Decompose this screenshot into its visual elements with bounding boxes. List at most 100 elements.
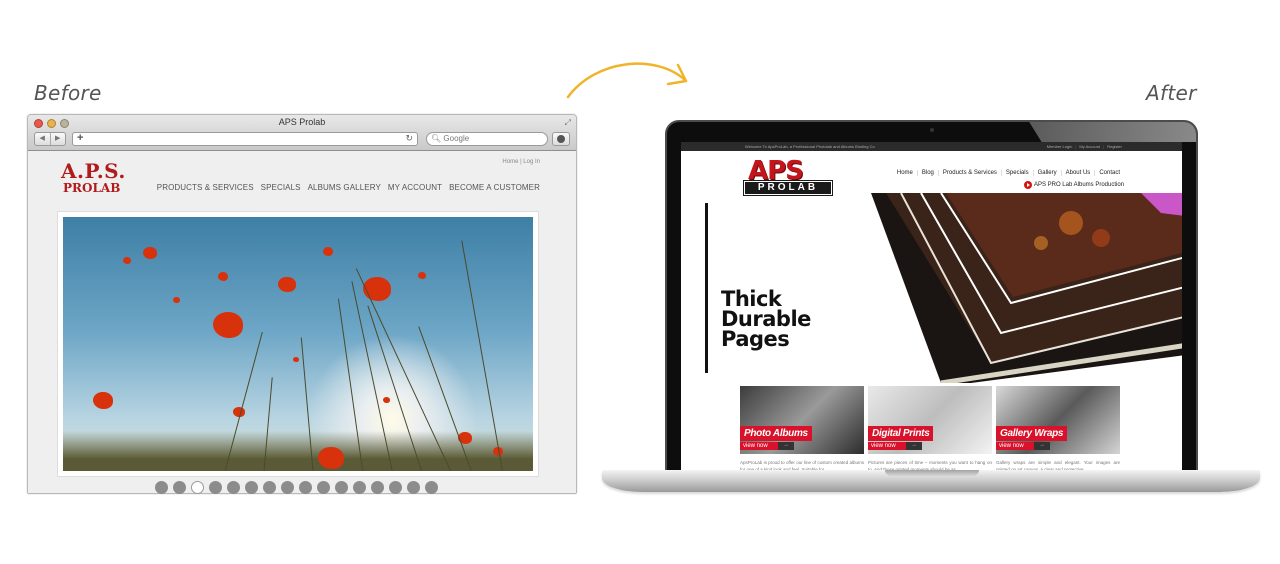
old-logo-line2: PROLAB xyxy=(63,181,121,195)
view-now-label: view now xyxy=(740,442,778,450)
old-nav-my-account[interactable]: MY ACCOUNT xyxy=(388,183,442,192)
curved-arrow-icon xyxy=(566,62,688,99)
add-bookmark-icon[interactable]: + xyxy=(77,132,83,144)
card-title: Photo Albums xyxy=(740,426,812,441)
poppy xyxy=(383,397,390,403)
poppy xyxy=(323,247,333,256)
hero-line-1: Thick xyxy=(721,287,782,311)
slider-dot[interactable] xyxy=(172,481,186,494)
window-title: APS Prolab xyxy=(278,117,326,127)
welcome-text: Welcome To ApsProLab, a Professional Pho… xyxy=(745,144,875,149)
card-digital-prints[interactable]: Digital Prints view now → Pictures are pi… xyxy=(868,386,992,473)
url-input[interactable]: + ↻ xyxy=(72,132,418,146)
slider-dot[interactable] xyxy=(424,481,438,494)
back-button[interactable]: ◀ xyxy=(35,133,51,145)
downloads-button[interactable] xyxy=(552,132,570,146)
view-now-label: view now xyxy=(996,442,1034,450)
poppy xyxy=(123,257,131,264)
laptop-base xyxy=(602,470,1260,492)
slider-dot[interactable] xyxy=(370,481,384,494)
poppy xyxy=(363,277,391,301)
after-label: After xyxy=(1146,81,1197,105)
member-login-link[interactable]: Member Login xyxy=(1047,142,1073,151)
gallery-wraps-image: Gallery Wraps view now → xyxy=(996,386,1120,454)
slider-dot[interactable] xyxy=(352,481,366,494)
old-nav-products[interactable]: PRODUCTS & SERVICES xyxy=(157,183,254,192)
new-main-nav: Home Blog Products & Services Specials G… xyxy=(893,170,1124,176)
slider-dot[interactable] xyxy=(208,481,222,494)
product-cards: Photo Albums view now → ApsProLab is prou… xyxy=(740,386,1120,473)
slider-dot[interactable] xyxy=(298,481,312,494)
view-now-button[interactable]: view now → xyxy=(740,442,794,450)
view-now-button[interactable]: view now → xyxy=(996,442,1050,450)
aps-prolab-logo[interactable]: APS PROLAB xyxy=(743,156,833,196)
old-top-links[interactable]: Home | Log In xyxy=(502,159,540,165)
search-icon: 🔍︎ xyxy=(431,134,442,143)
reload-icon[interactable]: ↻ xyxy=(405,133,413,144)
history-nav: ◀ ▶ xyxy=(34,132,66,146)
nav-products-services[interactable]: Products & Services xyxy=(937,170,1001,176)
card-photo-albums[interactable]: Photo Albums view now → ApsProLab is prou… xyxy=(740,386,864,473)
card-title: Gallery Wraps xyxy=(996,426,1068,441)
slider-dot[interactable] xyxy=(262,481,276,494)
slider-dot[interactable] xyxy=(280,481,294,494)
poppy xyxy=(213,312,243,338)
view-now-button[interactable]: view now → xyxy=(868,442,922,450)
slider-dot[interactable] xyxy=(406,481,420,494)
poppy xyxy=(318,447,344,470)
old-hero-slider xyxy=(57,211,539,477)
hero-line-3: Pages xyxy=(721,327,790,351)
after-laptop: Welcome To ApsProLab, a Professional Pho… xyxy=(665,120,1198,482)
screen-glare xyxy=(1028,122,1196,142)
nav-gallery[interactable]: Gallery xyxy=(1032,170,1061,176)
slider-dots xyxy=(22,481,570,494)
card-gallery-wraps[interactable]: Gallery Wraps view now → Gallery wraps ar… xyxy=(996,386,1120,473)
hero-banner: Thick Durable Pages xyxy=(681,193,1182,383)
poppy xyxy=(93,392,113,409)
search-input[interactable]: 🔍︎ Google xyxy=(426,132,548,146)
before-browser-window: APS Prolab ⤢ ◀ ▶ + ↻ 🔍︎ Google Home | Lo… xyxy=(27,114,577,494)
arrow-right-icon: → xyxy=(778,442,794,450)
card-title: Digital Prints xyxy=(868,426,934,441)
account-links: Member Login | My Account | Register xyxy=(1046,142,1122,151)
nav-home[interactable]: Home xyxy=(893,170,917,176)
register-link[interactable]: Register xyxy=(1107,142,1122,151)
old-logo[interactable]: A.P.S. PROLAB xyxy=(61,161,126,195)
slider-dot[interactable] xyxy=(226,481,240,494)
old-logo-line1: A.P.S. xyxy=(61,159,126,183)
poppy xyxy=(418,272,426,279)
arrow-right-icon: → xyxy=(906,442,922,450)
slider-dot[interactable] xyxy=(388,481,402,494)
nav-about-us[interactable]: About Us xyxy=(1060,170,1095,176)
old-nav-specials[interactable]: SPECIALS xyxy=(261,183,301,192)
new-website: Welcome To ApsProLab, a Professional Pho… xyxy=(681,142,1182,480)
nav-blog[interactable]: Blog xyxy=(916,170,938,176)
slider-dot[interactable] xyxy=(334,481,348,494)
slider-dot[interactable] xyxy=(154,481,168,494)
forward-button[interactable]: ▶ xyxy=(51,133,66,145)
old-nav-become-customer[interactable]: BECOME A CUSTOMER xyxy=(449,183,540,192)
digital-prints-image: Digital Prints view now → xyxy=(868,386,992,454)
my-account-link[interactable]: My Account xyxy=(1079,142,1100,151)
albums-production-link[interactable]: APS PRO Lab Albums Production xyxy=(1023,181,1124,189)
fullscreen-icon[interactable]: ⤢ xyxy=(565,118,571,128)
hero-divider xyxy=(705,203,708,373)
before-label: Before xyxy=(34,81,102,105)
browser-toolbar: APS Prolab ⤢ ◀ ▶ + ↻ 🔍︎ Google xyxy=(28,115,576,151)
laptop-notch xyxy=(885,470,979,476)
slider-dot[interactable] xyxy=(244,481,258,494)
poppy xyxy=(218,272,228,281)
nav-contact[interactable]: Contact xyxy=(1094,170,1124,176)
slider-dot[interactable] xyxy=(190,481,204,494)
slider-dot[interactable] xyxy=(316,481,330,494)
poppy xyxy=(278,277,296,293)
logo-prolab: PROLAB xyxy=(743,180,833,196)
logo-aps: APS xyxy=(748,156,804,186)
hero-headline: Thick Durable Pages xyxy=(721,287,811,351)
poppy xyxy=(143,247,157,259)
nav-specials[interactable]: Specials xyxy=(1000,170,1033,176)
poppy xyxy=(293,357,299,363)
old-nav-albums-gallery[interactable]: ALBUMS GALLERY xyxy=(308,183,381,192)
search-placeholder: Google xyxy=(443,134,470,143)
camera-icon xyxy=(930,128,934,132)
